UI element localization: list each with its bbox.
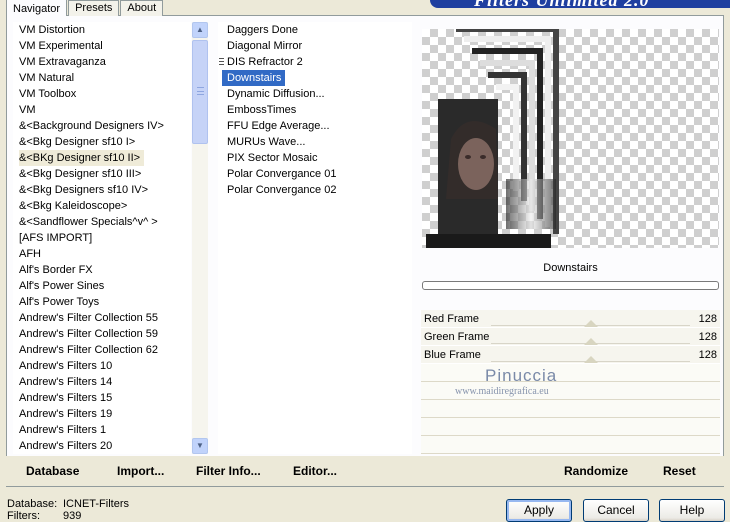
category-item[interactable]: VM Distortion [19,24,85,36]
grip-icon [197,87,204,95]
scroll-thumb[interactable] [192,40,208,144]
category-item[interactable]: [AFS IMPORT] [19,232,92,244]
category-item[interactable]: Andrew's Filters 14 [19,376,112,388]
category-item[interactable]: &<Bkg Kaleidoscope> [19,200,127,212]
category-item[interactable]: VM Experimental [19,40,103,52]
category-item[interactable]: VM Extravaganza [19,56,106,68]
slider-row[interactable]: Red Frame 128 [421,310,720,328]
category-item[interactable]: VM Toolbox [19,88,76,100]
parameter-sliders: Red Frame 128 Green Frame 128 Blue Frame 128 [421,310,720,364]
filter-item[interactable]: Polar Convergance 01 [222,168,336,180]
slider-knob[interactable] [583,338,598,345]
filter-item[interactable]: Daggers Done [222,24,298,36]
slider-row[interactable]: Green Frame 128 [421,328,720,346]
category-list[interactable]: VM Distortion VM Experimental VM Extravaga… [13,22,191,454]
tab-navigator[interactable]: Navigator [6,0,68,16]
slider-label: Blue Frame [424,349,481,361]
filter-item[interactable]: Diagonal Mirror [222,40,302,52]
category-item[interactable]: &<Bkg Designer sf10 III> [19,168,141,180]
category-item[interactable]: VM [19,104,36,116]
category-item[interactable]: Andrew's Filters 20 [19,440,112,452]
filter-item[interactable]: MURUs Wave... [222,136,305,148]
category-item[interactable]: Andrew's Filters 15 [19,392,112,404]
database-button[interactable]: Database [26,464,79,478]
category-item[interactable]: Andrew's Filter Collection 55 [19,312,158,324]
help-button[interactable]: Help [659,499,725,522]
category-item[interactable]: Andrew's Filters 19 [19,408,112,420]
editor-button[interactable]: Editor... [293,464,337,478]
banner-title: Filters Unlimited 2.0 [474,0,650,8]
filters-label: Filters: [7,510,40,522]
slider-knob[interactable] [583,356,598,363]
category-item[interactable]: &<Bkg Designer sf10 I> [19,136,135,148]
preview-image [422,29,719,248]
filter-item[interactable]: Polar Convergance 02 [222,184,336,196]
progress-bar [422,281,719,290]
selected-filter-name: Downstairs [543,262,598,274]
category-item[interactable]: AFH [19,248,41,260]
category-item[interactable]: VM Natural [19,72,74,84]
category-item[interactable]: Andrew's Filter Collection 62 [19,344,158,356]
randomize-button[interactable]: Randomize [564,464,628,478]
filter-item[interactable]: FFU Edge Average... [222,120,330,132]
title-banner: Filters Unlimited 2.0 [430,0,730,8]
tab-strip: Navigator Presets About [6,0,164,16]
category-item[interactable]: Andrew's Filter Collection 59 [19,328,158,340]
import-button[interactable]: Import... [117,464,164,478]
tab-about[interactable]: About [120,0,164,16]
cancel-button[interactable]: Cancel [583,499,649,522]
apply-button[interactable]: Apply [506,499,572,522]
preview-artwork [426,29,559,248]
reset-button[interactable]: Reset [663,464,696,478]
category-item[interactable]: Andrew's Filters 10 [19,360,112,372]
tab-presets[interactable]: Presets [68,0,120,16]
filter-item[interactable]: Downstairs [222,70,286,86]
filter-item[interactable]: PIX Sector Mosaic [222,152,317,164]
filters-count: 939 [63,510,82,522]
favorite-marker-icon [219,58,224,67]
filter-list[interactable]: Daggers Done Diagonal Mirror DIS Refractor… [218,22,412,454]
category-scrollbar[interactable]: ▲ ▼ [192,22,208,454]
filter-item[interactable]: Dynamic Diffusion... [222,88,325,100]
category-item[interactable]: Alf's Border FX [19,264,93,276]
unused-parameter-rows [421,364,720,454]
scroll-up-icon[interactable]: ▲ [192,22,208,38]
slider-label: Red Frame [424,313,480,325]
slider-label: Green Frame [424,331,490,343]
slider-value: 128 [698,331,717,343]
filter-item[interactable]: EmbossTimes [222,104,296,116]
slider-value: 128 [698,313,717,325]
slider-row[interactable]: Blue Frame 128 [421,346,720,364]
slider-knob[interactable] [583,320,598,327]
database-info: Database: ICNET-Filters Filters: 939 [7,498,129,522]
filter-info-button[interactable]: Filter Info... [196,464,261,478]
category-item[interactable]: Alf's Power Toys [19,296,99,308]
category-item[interactable]: &<BKg Designer sf10 II> [19,150,145,166]
command-bar: Database Import... Filter Info... Editor… [6,456,724,486]
database-value: ICNET-Filters [63,498,129,510]
watermark-url: www.maidiregrafica.eu [455,386,549,397]
watermark-name: Pinuccia [485,366,558,385]
category-item[interactable]: &<Sandflower Specials^v^ > [19,216,158,228]
scroll-down-icon[interactable]: ▼ [192,438,208,454]
category-item[interactable]: &<Background Designers IV> [19,120,164,132]
slider-value: 128 [698,349,717,361]
category-item[interactable]: &<Bkg Designers sf10 IV> [19,184,148,196]
category-item[interactable]: Andrew's Filters 1 [19,424,106,436]
category-item[interactable]: Alf's Power Sines [19,280,104,292]
database-label: Database: [7,498,58,510]
filter-item[interactable]: DIS Refractor 2 [222,56,303,68]
